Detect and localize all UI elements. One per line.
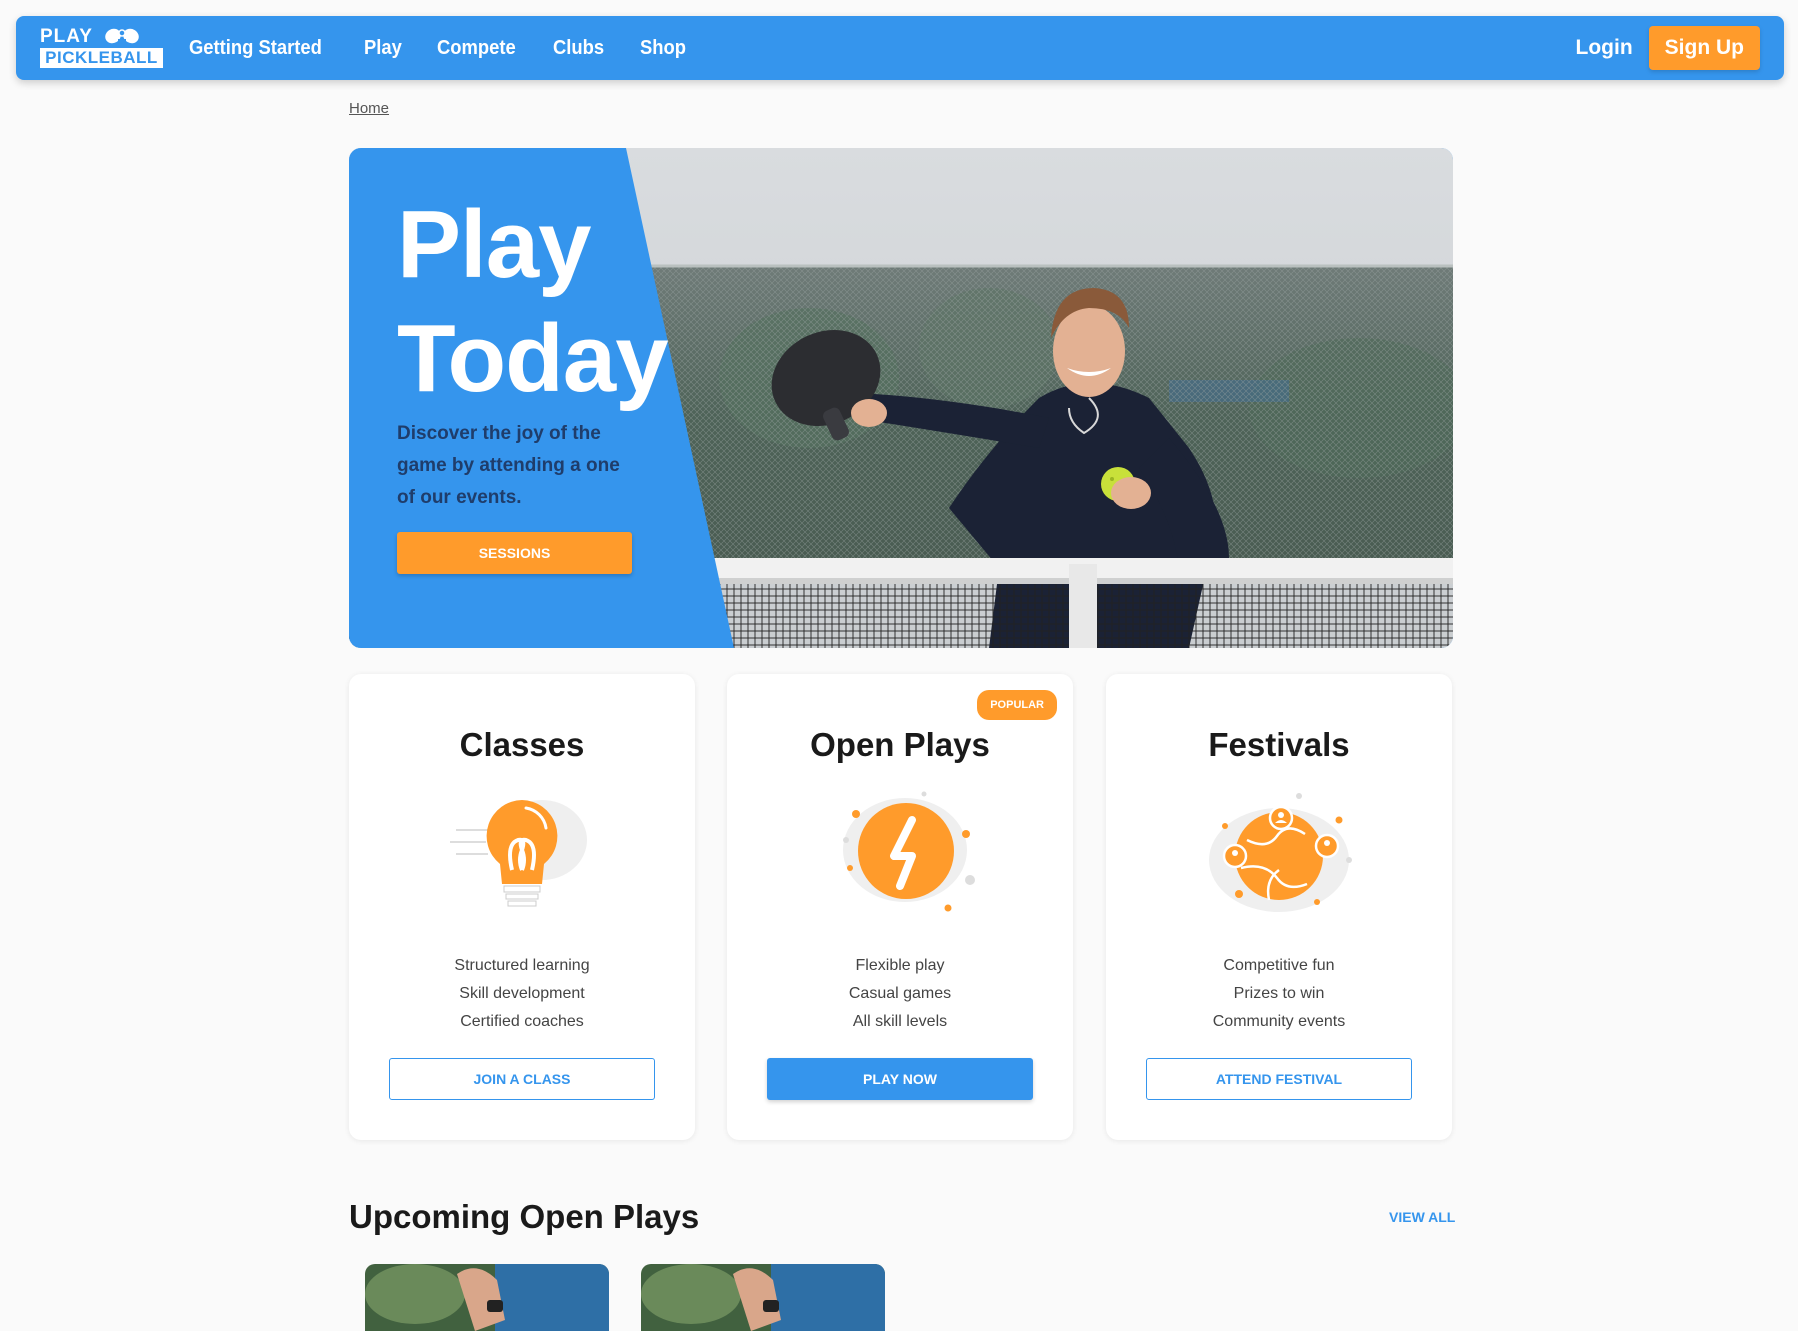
- nav-play[interactable]: Play: [364, 37, 402, 60]
- nav-compete[interactable]: Compete: [437, 37, 516, 60]
- hero-banner: Play Today Discover the joy of the game …: [349, 148, 1453, 648]
- view-all-link[interactable]: VIEW ALL: [1389, 1209, 1455, 1225]
- lightbulb-icon: [450, 800, 587, 907]
- sessions-button[interactable]: SESSIONS: [397, 532, 632, 574]
- nav-clubs[interactable]: Clubs: [553, 37, 604, 60]
- attend-festival-button[interactable]: ATTEND FESTIVAL: [1146, 1058, 1412, 1100]
- hero-title: Play Today: [397, 191, 669, 412]
- classes-card: Classes Structured learning Skill develo…: [349, 674, 695, 1140]
- sign-up-button[interactable]: Sign Up: [1648, 26, 1760, 70]
- card-features: Competitive fun Prizes to win Community …: [1212, 957, 1346, 1030]
- breadcrumb-home[interactable]: Home: [349, 100, 389, 117]
- card-title: Classes: [459, 726, 585, 763]
- card-features: Flexible play Casual games All skill lev…: [848, 957, 952, 1030]
- globe-community-icon: [1209, 793, 1352, 912]
- upcoming-open-plays-heading: Upcoming Open Plays: [349, 1198, 700, 1235]
- open-play-photo-1[interactable]: [365, 1264, 609, 1331]
- play-pickleball-logo[interactable]: PLAY PICKLEBALL: [40, 26, 163, 68]
- play-now-button[interactable]: PLAY NOW: [767, 1058, 1033, 1100]
- card-features: Structured learning Skill development Ce…: [454, 957, 590, 1030]
- logo-text-bottom: PICKLEBALL: [40, 48, 163, 68]
- hero-subtitle: Discover the joy of the game by attendin…: [397, 423, 620, 508]
- nav-getting-started[interactable]: Getting Started: [189, 37, 322, 60]
- card-title: Open Plays: [810, 726, 990, 763]
- join-class-button[interactable]: JOIN A CLASS: [389, 1058, 655, 1100]
- open-plays-card: POPULAR Open Plays Flexible play Casual …: [727, 674, 1073, 1140]
- popular-badge: POPULAR: [977, 690, 1057, 720]
- card-title: Festivals: [1208, 726, 1350, 763]
- festivals-card: Festivals Competitive fun Prizes to win …: [1106, 674, 1452, 1140]
- top-navbar: PLAY PICKLEBALL Getting Started Play Com…: [16, 16, 1784, 80]
- login-link[interactable]: Login: [1576, 36, 1633, 60]
- lightning-icon: [843, 791, 975, 912]
- crossed-paddles-icon: [105, 28, 139, 44]
- open-play-photo-2[interactable]: [641, 1264, 885, 1331]
- logo-text-top: PLAY: [40, 26, 93, 47]
- nav-shop[interactable]: Shop: [640, 37, 686, 60]
